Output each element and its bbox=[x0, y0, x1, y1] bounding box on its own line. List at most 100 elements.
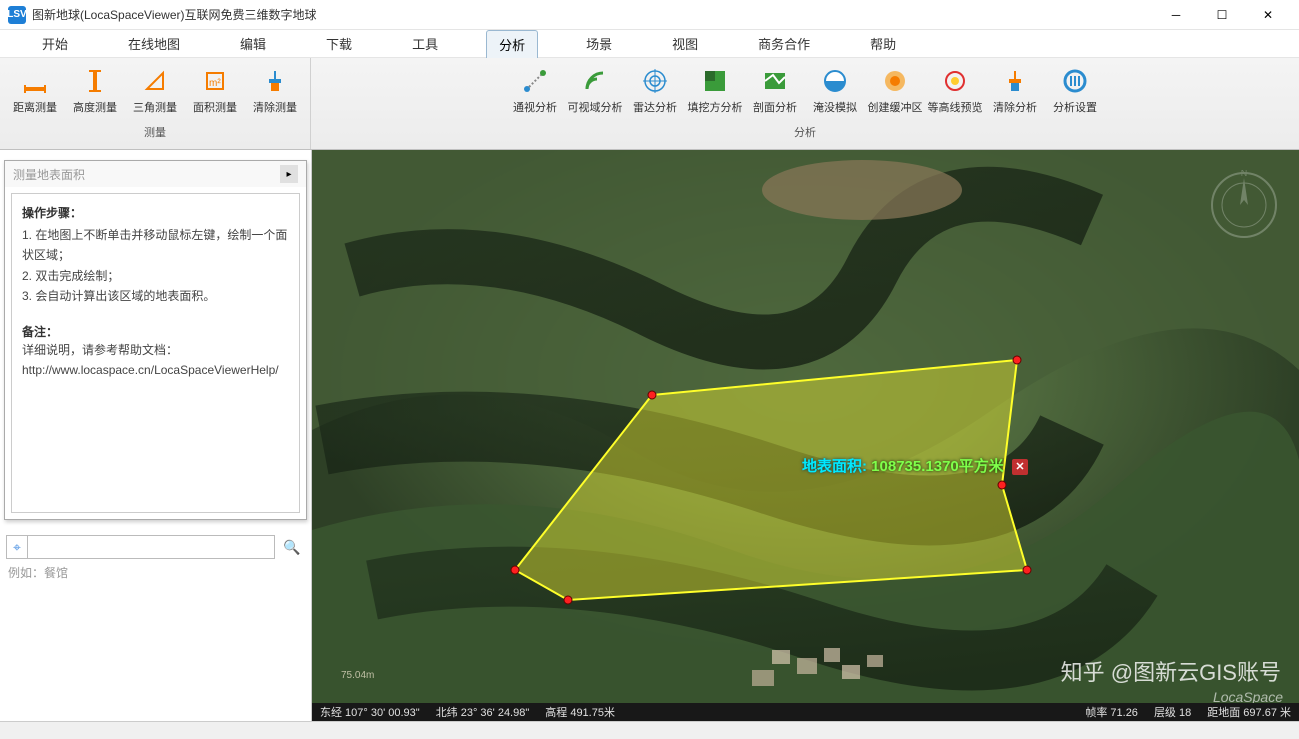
tool-label: 清除分析 bbox=[993, 99, 1037, 115]
tool-icon bbox=[1001, 67, 1029, 95]
measure-panel: 测量地表面积 ▸ 操作步骤： 1. 在地图上不断单击并移动鼠标左键，绘制一个面状… bbox=[4, 160, 307, 520]
step-2: 2. 双击完成绘制； bbox=[22, 266, 289, 286]
ribbon-tool-填挖方分析[interactable]: 填挖方分析 bbox=[686, 64, 744, 118]
delete-measurement-button[interactable]: ✕ bbox=[1012, 459, 1028, 475]
tool-label: 清除测量 bbox=[253, 99, 297, 115]
tool-label: 填挖方分析 bbox=[688, 99, 743, 115]
panel-body: 操作步骤： 1. 在地图上不断单击并移动鼠标左键，绘制一个面状区域； 2. 双击… bbox=[11, 193, 300, 513]
tool-icon bbox=[641, 67, 669, 95]
menu-item-4[interactable]: 工具 bbox=[400, 30, 450, 57]
menu-item-5[interactable]: 分析 bbox=[486, 30, 538, 58]
titlebar: LSV 图新地球(LocaSpaceViewer)互联网免费三维数字地球 ─ ☐… bbox=[0, 0, 1299, 30]
svg-text:N: N bbox=[1241, 170, 1248, 178]
ribbon-tool-剖面分析[interactable]: 剖面分析 bbox=[746, 64, 804, 118]
ribbon-tool-等高线预览[interactable]: 等高线预览 bbox=[926, 64, 984, 118]
left-pane: 测量地表面积 ▸ 操作步骤： 1. 在地图上不断单击并移动鼠标左键，绘制一个面状… bbox=[0, 150, 312, 721]
menu-item-7[interactable]: 视图 bbox=[660, 30, 710, 57]
ribbon-tool-雷达分析[interactable]: 雷达分析 bbox=[626, 64, 684, 118]
tool-label: 距离测量 bbox=[13, 99, 57, 115]
tool-label: 三角测量 bbox=[133, 99, 177, 115]
tool-icon bbox=[141, 67, 169, 95]
tool-icon bbox=[821, 67, 849, 95]
panel-title: 测量地表面积 bbox=[13, 166, 280, 183]
app-title: 图新地球(LocaSpaceViewer)互联网免费三维数字地球 bbox=[32, 6, 317, 23]
menu-item-6[interactable]: 场景 bbox=[574, 30, 624, 57]
workspace: 测量地表面积 ▸ 操作步骤： 1. 在地图上不断单击并移动鼠标左键，绘制一个面状… bbox=[0, 150, 1299, 721]
tool-icon bbox=[701, 67, 729, 95]
tool-label: 面积测量 bbox=[193, 99, 237, 115]
ribbon-group-label: 分析 bbox=[794, 124, 816, 140]
search-hint: 例如：餐馆 bbox=[8, 564, 68, 581]
search-row: ⌖ 🔍 bbox=[6, 535, 305, 559]
tool-icon: m² bbox=[201, 67, 229, 95]
ribbon-tool-清除分析[interactable]: 清除分析 bbox=[986, 64, 1044, 118]
tool-label: 等高线预览 bbox=[928, 99, 983, 115]
close-button[interactable]: ✕ bbox=[1245, 0, 1291, 30]
ribbon-tool-三角测量[interactable]: 三角测量 bbox=[126, 64, 184, 118]
measurement-polygon bbox=[312, 150, 1299, 721]
ribbon-tool-淹没模拟[interactable]: 淹没模拟 bbox=[806, 64, 864, 118]
tool-label: 可视域分析 bbox=[568, 99, 623, 115]
step-1: 1. 在地图上不断单击并移动鼠标左键，绘制一个面状区域； bbox=[22, 225, 289, 266]
ribbon-group-label: 测量 bbox=[144, 124, 166, 140]
ribbon-tool-创建缓冲区[interactable]: 创建缓冲区 bbox=[866, 64, 924, 118]
step-3: 3. 会自动计算出该区域的地表面积。 bbox=[22, 286, 289, 306]
tool-label: 创建缓冲区 bbox=[868, 99, 923, 115]
tool-label: 雷达分析 bbox=[633, 99, 677, 115]
ribbon-tool-分析设置[interactable]: 分析设置 bbox=[1046, 64, 1104, 118]
app-icon: LSV bbox=[8, 6, 26, 24]
tool-icon bbox=[21, 67, 49, 95]
ribbon-tool-面积测量[interactable]: m² 面积测量 bbox=[186, 64, 244, 118]
menu-item-2[interactable]: 编辑 bbox=[228, 30, 278, 57]
tool-icon bbox=[581, 67, 609, 95]
map-viewport[interactable]: 地表面积: 108735.1370平方米 ✕ N 75.04m 知乎 @图新云G… bbox=[312, 150, 1299, 721]
menu-item-9[interactable]: 帮助 bbox=[858, 30, 908, 57]
search-input[interactable] bbox=[28, 535, 275, 559]
note-text: 详细说明，请参考帮助文档： bbox=[22, 340, 289, 360]
tool-icon bbox=[761, 67, 789, 95]
compass-icon[interactable]: N bbox=[1209, 170, 1279, 240]
tool-icon bbox=[261, 67, 289, 95]
watermark: 知乎 @图新云GIS账号 bbox=[1061, 655, 1281, 687]
ribbon-tool-通视分析[interactable]: 通视分析 bbox=[506, 64, 564, 118]
coord-lat: 北纬 23° 36' 24.98" bbox=[436, 704, 530, 720]
ribbon-tool-可视域分析[interactable]: 可视域分析 bbox=[566, 64, 624, 118]
search-icon[interactable]: 🔍 bbox=[279, 535, 305, 559]
ribbon-group-analysis: 通视分析可视域分析雷达分析填挖方分析剖面分析淹没模拟创建缓冲区等高线预览清除分析… bbox=[311, 58, 1299, 149]
tool-icon bbox=[521, 67, 549, 95]
ribbon-tool-清除测量[interactable]: 清除测量 bbox=[246, 64, 304, 118]
ribbon-tool-高度测量[interactable]: 高度测量 bbox=[66, 64, 124, 118]
menu-item-3[interactable]: 下载 bbox=[314, 30, 364, 57]
minimize-button[interactable]: ─ bbox=[1153, 0, 1199, 30]
tool-label: 高度测量 bbox=[73, 99, 117, 115]
coord-elev: 高程 491.75米 bbox=[545, 704, 615, 720]
coordinate-bar: 东经 107° 30' 00.93" 北纬 23° 36' 24.98" 高程 … bbox=[312, 703, 1299, 721]
statusbar bbox=[0, 721, 1299, 739]
panel-header: 测量地表面积 ▸ bbox=[5, 161, 306, 187]
scale-text: 75.04m bbox=[341, 670, 374, 681]
menu-item-1[interactable]: 在线地图 bbox=[116, 30, 192, 57]
ribbon: 距离测量高度测量三角测量 m² 面积测量清除测量 测量 通视分析可视域分析雷达分析填… bbox=[0, 58, 1299, 150]
tool-label: 淹没模拟 bbox=[813, 99, 857, 115]
area-result-label: 地表面积: 108735.1370平方米 ✕ bbox=[802, 455, 1028, 476]
tool-icon bbox=[81, 67, 109, 95]
ribbon-tool-距离测量[interactable]: 距离测量 bbox=[6, 64, 64, 118]
tool-label: 剖面分析 bbox=[753, 99, 797, 115]
menubar: 开始 在线地图 编辑 下载 工具 分析 场景 视图 商务合作 帮助 bbox=[0, 30, 1299, 58]
area-key: 地表面积: bbox=[802, 458, 871, 475]
coord-fps: 帧率 71.26 bbox=[1085, 704, 1138, 720]
location-icon[interactable]: ⌖ bbox=[6, 535, 28, 559]
coord-dist: 距地面 697.67 米 bbox=[1207, 704, 1291, 720]
coord-lon: 东经 107° 30' 00.93" bbox=[320, 704, 420, 720]
svg-text:m²: m² bbox=[209, 78, 221, 89]
tool-icon bbox=[941, 67, 969, 95]
area-value: 108735.1370平方米 bbox=[871, 458, 1004, 475]
tool-icon bbox=[1061, 67, 1089, 95]
help-link[interactable]: http://www.locaspace.cn/LocaSpaceViewerH… bbox=[22, 363, 279, 377]
ribbon-group-measure: 距离测量高度测量三角测量 m² 面积测量清除测量 测量 bbox=[0, 58, 311, 149]
menu-item-0[interactable]: 开始 bbox=[30, 30, 80, 57]
panel-collapse-button[interactable]: ▸ bbox=[280, 165, 298, 183]
menu-item-8[interactable]: 商务合作 bbox=[746, 30, 822, 57]
tool-icon bbox=[881, 67, 909, 95]
maximize-button[interactable]: ☐ bbox=[1199, 0, 1245, 30]
